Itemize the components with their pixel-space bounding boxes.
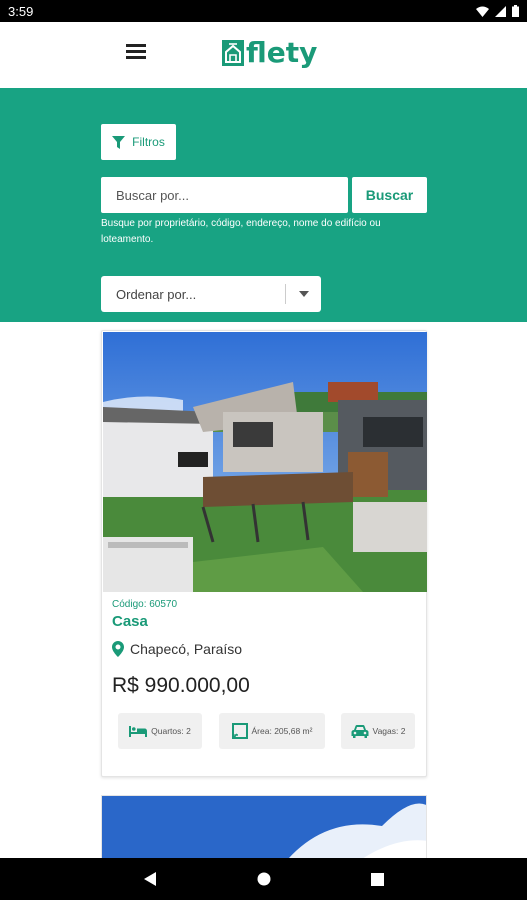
status-icons xyxy=(476,5,519,17)
sort-dropdown[interactable]: Ordenar por... xyxy=(101,276,321,312)
app-header: flety xyxy=(0,22,527,88)
area-icon xyxy=(231,723,248,739)
bed-icon xyxy=(129,725,148,737)
flety-logo[interactable]: flety xyxy=(222,36,317,69)
filters-label: Filtros xyxy=(132,135,165,149)
recents-icon[interactable] xyxy=(366,867,390,891)
parking-chip: Vagas: 2 xyxy=(341,713,415,749)
property-type: Casa xyxy=(112,613,148,630)
filters-button[interactable]: Filtros xyxy=(101,124,176,160)
search-button[interactable]: Buscar xyxy=(352,177,427,213)
signal-icon xyxy=(495,5,506,17)
hamburger-menu-icon[interactable] xyxy=(126,44,146,62)
parking-text: Vagas: 2 xyxy=(372,726,406,736)
property-photo[interactable] xyxy=(102,796,427,865)
property-photo[interactable] xyxy=(103,332,427,592)
status-time: 3:59 xyxy=(8,3,34,19)
back-icon[interactable] xyxy=(138,867,162,891)
filter-icon xyxy=(112,135,126,149)
battery-icon xyxy=(512,5,519,17)
location-text: Chapecó, Paraíso xyxy=(130,641,243,657)
area-chip: Área: 205,68 m² xyxy=(219,713,325,749)
system-nav-bar xyxy=(0,858,527,900)
car-icon xyxy=(351,724,369,738)
bedrooms-chip: Quartos: 2 xyxy=(118,713,202,749)
property-card[interactable] xyxy=(101,795,427,865)
property-code: Código: 60570 xyxy=(112,599,178,610)
logo-text: flety xyxy=(246,36,318,69)
home-icon[interactable] xyxy=(252,867,276,891)
search-panel: Filtros Buscar Busque por proprietário, … xyxy=(0,88,527,322)
property-card[interactable]: Código: 60570 Casa Chapecó, Paraíso R$ 9… xyxy=(101,330,427,777)
area-text: Área: 205,68 m² xyxy=(251,726,313,736)
sort-label: Ordenar por... xyxy=(116,286,197,302)
bedrooms-text: Quartos: 2 xyxy=(151,726,191,736)
property-price: R$ 990.000,00 xyxy=(112,674,250,697)
wifi-icon xyxy=(476,6,489,17)
location-pin-icon xyxy=(112,641,124,657)
chevron-down-icon[interactable] xyxy=(286,291,321,297)
search-input[interactable] xyxy=(101,177,348,213)
property-location: Chapecó, Paraíso xyxy=(112,641,242,657)
logo-house-icon xyxy=(222,39,244,66)
status-bar: 3:59 xyxy=(0,0,527,22)
search-hint: Busque por proprietário, código, endereç… xyxy=(101,218,381,245)
